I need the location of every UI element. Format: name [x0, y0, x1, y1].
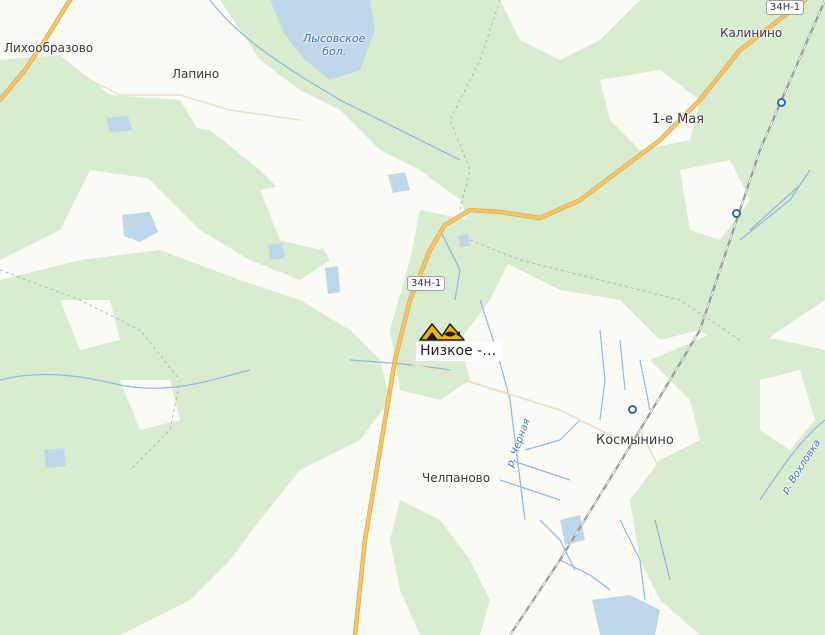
settlement-label-lihoobrazovo[interactable]: Лихообразово [4, 41, 93, 55]
water-label-line1: Лысовское [303, 32, 366, 45]
settlement-label-kosmynino[interactable]: Космынино [596, 433, 674, 448]
railway-station-icon[interactable] [628, 405, 637, 414]
water-label-line2: бол. [322, 45, 347, 58]
settlement-label-lapino[interactable]: Лапино [172, 67, 219, 81]
settlement-label-kalinino[interactable]: Калинино [720, 26, 782, 40]
railway-station-icon[interactable] [732, 209, 741, 218]
settlement-label-pervoe-maya[interactable]: 1-е Мая [652, 112, 704, 127]
map-canvas[interactable]: Лихообразово Лапино Калинино 1-е Мая Кос… [0, 0, 825, 635]
railway-station-icon[interactable] [777, 98, 786, 107]
map-base-layer [0, 0, 825, 635]
poi-label[interactable]: Низкое -… [416, 342, 502, 361]
water-label-lysovskoe: Лысовское бол. [303, 32, 365, 58]
settlement-label-chelpanovo[interactable]: Челпаново [422, 471, 490, 485]
road-shield-34n1-center: 34Н-1 [407, 276, 446, 291]
fish-farm-icon[interactable] [418, 320, 468, 342]
road-shield-34n1-top: 34Н-1 [766, 0, 805, 15]
